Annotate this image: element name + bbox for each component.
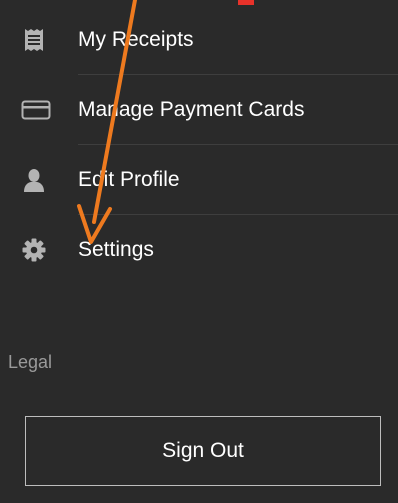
sign-out-button[interactable]: Sign Out xyxy=(25,416,381,486)
credit-card-icon xyxy=(21,98,51,122)
menu-item-edit-profile[interactable]: Edit Profile xyxy=(0,145,398,215)
legal-link[interactable]: Legal xyxy=(8,352,52,373)
menu-item-label: Manage Payment Cards xyxy=(78,98,305,121)
person-icon xyxy=(22,168,46,192)
menu-item-my-receipts[interactable]: My Receipts xyxy=(0,5,398,75)
menu-item-label: Settings xyxy=(78,238,154,261)
menu-item-settings[interactable]: Settings xyxy=(0,215,398,285)
gear-icon xyxy=(22,238,46,262)
receipt-icon xyxy=(22,28,46,52)
menu-item-manage-payment-cards[interactable]: Manage Payment Cards xyxy=(0,75,398,145)
menu-item-label: My Receipts xyxy=(78,28,194,51)
menu-item-label: Edit Profile xyxy=(78,168,180,191)
